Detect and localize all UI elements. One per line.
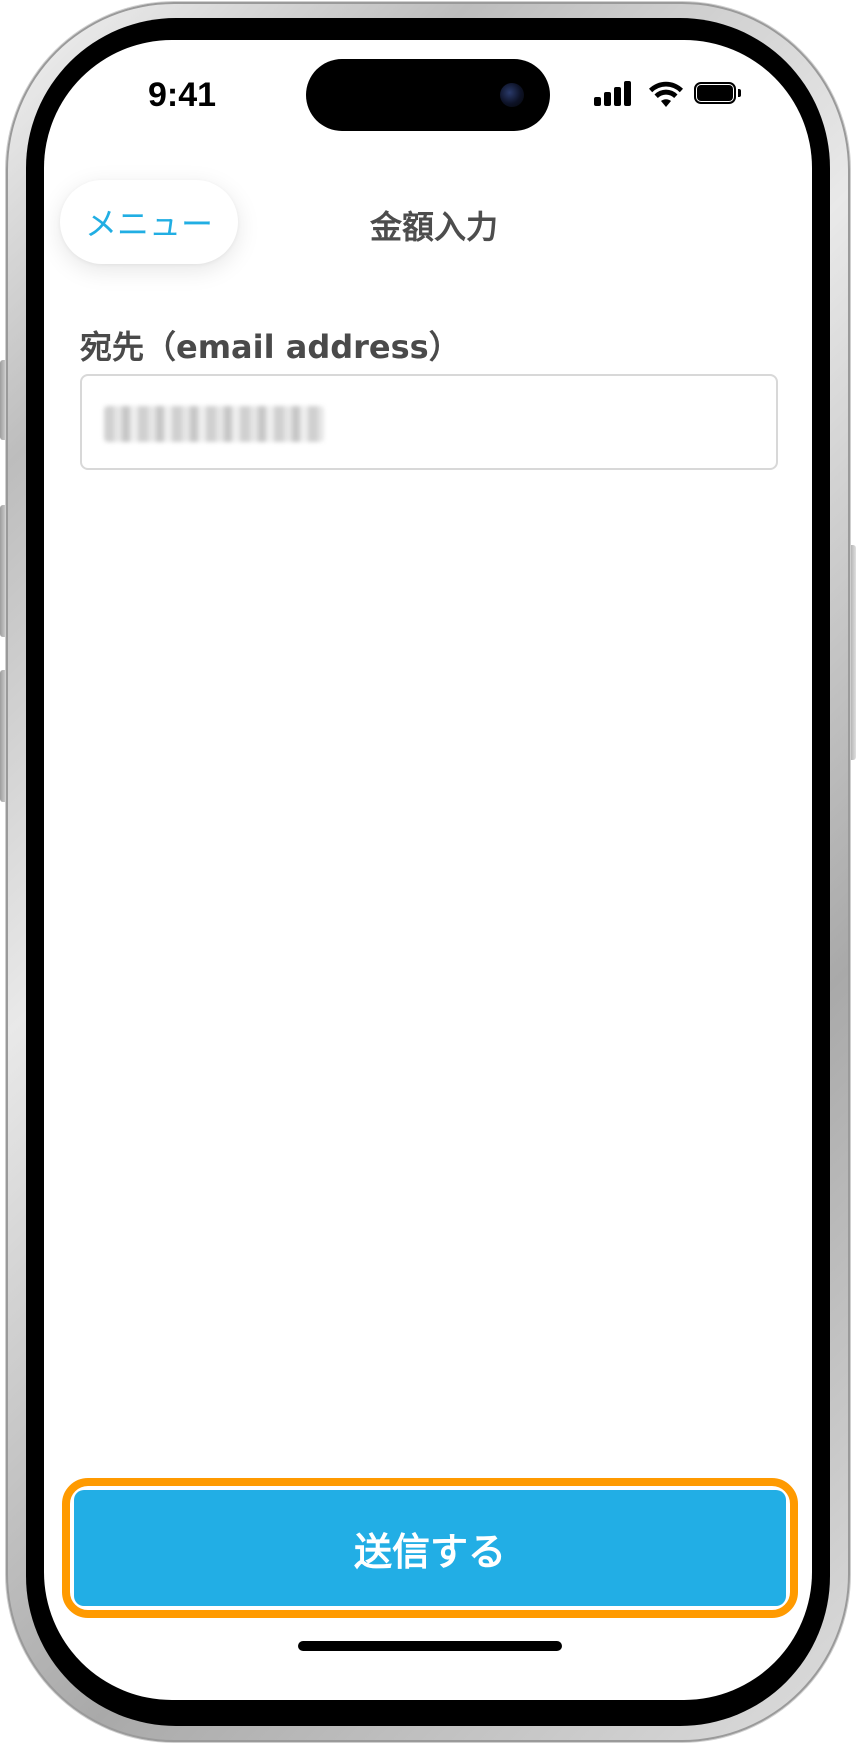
front-camera-icon — [500, 83, 524, 107]
page-title: 金額入力 — [369, 208, 498, 246]
status-icons — [594, 80, 754, 110]
recipient-email-label: 宛先（email address） — [80, 328, 461, 366]
wifi-icon — [649, 81, 683, 107]
status-time: 9:41 — [148, 76, 217, 114]
menu-button[interactable]: メニュー — [60, 180, 238, 264]
screen: 9:41 メニュー 金額入力 宛先（email address） 送信する — [44, 40, 812, 1700]
cellular-signal-icon — [594, 80, 634, 106]
dynamic-island — [306, 59, 550, 131]
phone-mockup: 9:41 メニュー 金額入力 宛先（email address） 送信する — [0, 0, 856, 1744]
home-indicator[interactable] — [298, 1641, 562, 1651]
obscured-email-value — [104, 406, 324, 442]
submit-button[interactable]: 送信する — [74, 1490, 786, 1606]
battery-icon — [694, 82, 741, 104]
